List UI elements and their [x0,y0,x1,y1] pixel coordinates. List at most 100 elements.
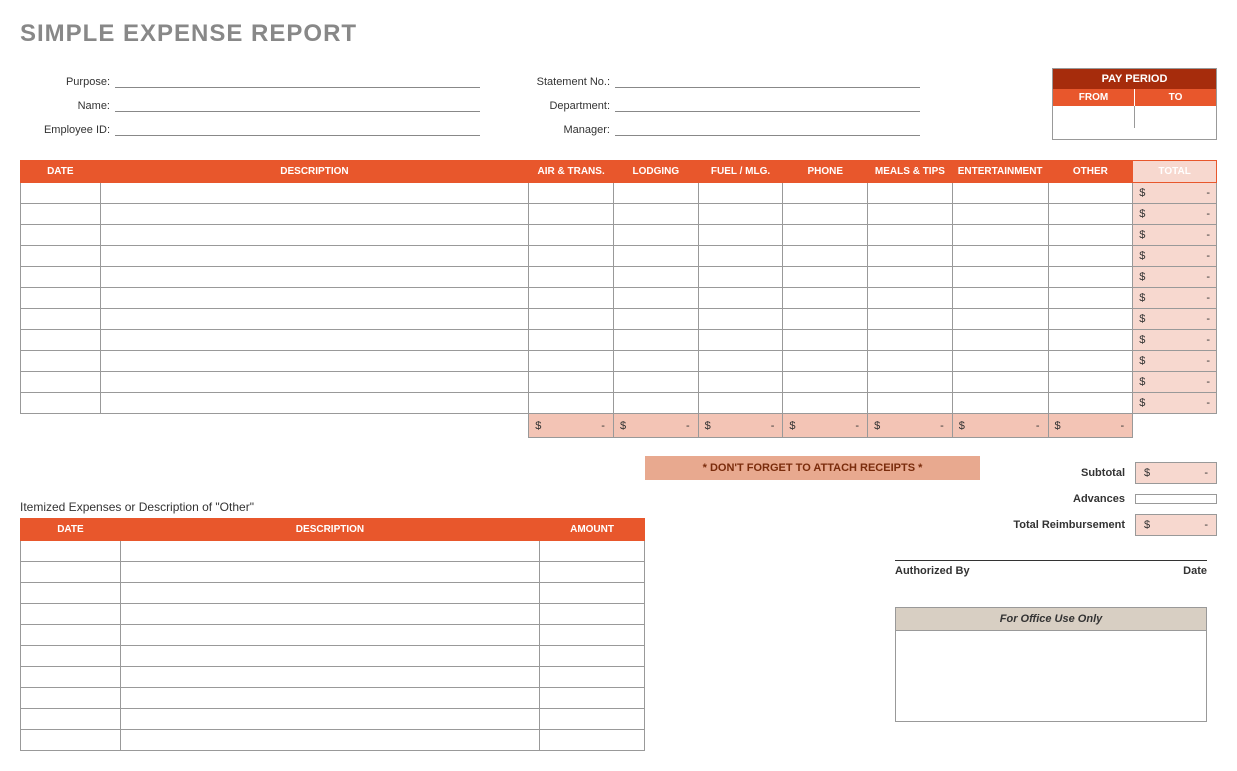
itemized-cell[interactable] [120,667,539,688]
expense-cell[interactable] [529,246,614,267]
expense-cell[interactable] [1048,225,1133,246]
expense-cell[interactable] [529,309,614,330]
expense-cell[interactable] [698,267,783,288]
expense-cell[interactable] [613,204,698,225]
itemized-cell[interactable] [120,709,539,730]
expense-cell[interactable] [613,330,698,351]
itemized-cell[interactable] [540,688,645,709]
expense-cell[interactable] [1048,288,1133,309]
itemized-cell[interactable] [21,604,121,625]
expense-cell[interactable] [952,288,1048,309]
itemized-cell[interactable] [120,646,539,667]
expense-cell[interactable] [952,330,1048,351]
expense-cell[interactable] [1048,204,1133,225]
itemized-cell[interactable] [120,562,539,583]
expense-cell[interactable] [21,351,101,372]
expense-cell[interactable] [952,183,1048,204]
expense-cell[interactable] [698,183,783,204]
expense-cell[interactable] [100,351,529,372]
expense-cell[interactable] [613,267,698,288]
expense-cell[interactable] [868,351,953,372]
pay-period-to-input[interactable] [1135,106,1216,128]
field-input[interactable] [615,118,920,136]
expense-cell[interactable] [698,288,783,309]
itemized-cell[interactable] [120,583,539,604]
itemized-cell[interactable] [21,541,121,562]
expense-cell[interactable] [529,288,614,309]
expense-cell[interactable] [1048,309,1133,330]
advances-input[interactable] [1135,494,1217,504]
office-use-body[interactable] [896,631,1206,721]
expense-cell[interactable] [21,372,101,393]
expense-cell[interactable] [21,225,101,246]
field-input[interactable] [615,94,920,112]
itemized-cell[interactable] [21,583,121,604]
expense-cell[interactable] [100,225,529,246]
expense-cell[interactable] [613,351,698,372]
expense-cell[interactable] [952,393,1048,414]
expense-cell[interactable] [529,372,614,393]
expense-cell[interactable] [1048,372,1133,393]
field-input[interactable] [115,70,480,88]
itemized-cell[interactable] [540,709,645,730]
expense-cell[interactable] [783,393,868,414]
expense-cell[interactable] [529,267,614,288]
itemized-cell[interactable] [540,541,645,562]
expense-cell[interactable] [698,351,783,372]
expense-cell[interactable] [21,393,101,414]
expense-cell[interactable] [1048,330,1133,351]
expense-cell[interactable] [21,246,101,267]
itemized-cell[interactable] [540,730,645,751]
itemized-cell[interactable] [120,541,539,562]
itemized-cell[interactable] [21,625,121,646]
itemized-cell[interactable] [540,667,645,688]
expense-cell[interactable] [529,393,614,414]
expense-cell[interactable] [952,246,1048,267]
expense-cell[interactable] [613,246,698,267]
expense-cell[interactable] [783,267,868,288]
itemized-cell[interactable] [120,730,539,751]
expense-cell[interactable] [613,393,698,414]
expense-cell[interactable] [698,330,783,351]
expense-cell[interactable] [21,204,101,225]
expense-cell[interactable] [868,330,953,351]
expense-cell[interactable] [698,204,783,225]
expense-cell[interactable] [952,225,1048,246]
expense-cell[interactable] [529,204,614,225]
expense-cell[interactable] [868,183,953,204]
expense-cell[interactable] [952,372,1048,393]
expense-cell[interactable] [100,309,529,330]
itemized-cell[interactable] [540,583,645,604]
expense-cell[interactable] [698,372,783,393]
expense-cell[interactable] [1048,351,1133,372]
expense-cell[interactable] [868,372,953,393]
expense-cell[interactable] [783,246,868,267]
itemized-cell[interactable] [540,604,645,625]
expense-cell[interactable] [613,372,698,393]
expense-cell[interactable] [100,183,529,204]
itemized-cell[interactable] [540,562,645,583]
itemized-cell[interactable] [21,709,121,730]
expense-cell[interactable] [868,204,953,225]
expense-cell[interactable] [698,393,783,414]
expense-cell[interactable] [1048,393,1133,414]
expense-cell[interactable] [100,393,529,414]
expense-cell[interactable] [698,246,783,267]
expense-cell[interactable] [783,288,868,309]
expense-cell[interactable] [868,267,953,288]
expense-cell[interactable] [21,288,101,309]
expense-cell[interactable] [783,225,868,246]
pay-period-from-input[interactable] [1053,106,1135,128]
expense-cell[interactable] [783,204,868,225]
expense-cell[interactable] [100,330,529,351]
expense-cell[interactable] [868,393,953,414]
expense-cell[interactable] [100,267,529,288]
expense-cell[interactable] [613,225,698,246]
expense-cell[interactable] [529,225,614,246]
expense-cell[interactable] [613,288,698,309]
expense-cell[interactable] [783,351,868,372]
expense-cell[interactable] [783,309,868,330]
expense-cell[interactable] [952,309,1048,330]
expense-cell[interactable] [529,183,614,204]
expense-cell[interactable] [1048,267,1133,288]
